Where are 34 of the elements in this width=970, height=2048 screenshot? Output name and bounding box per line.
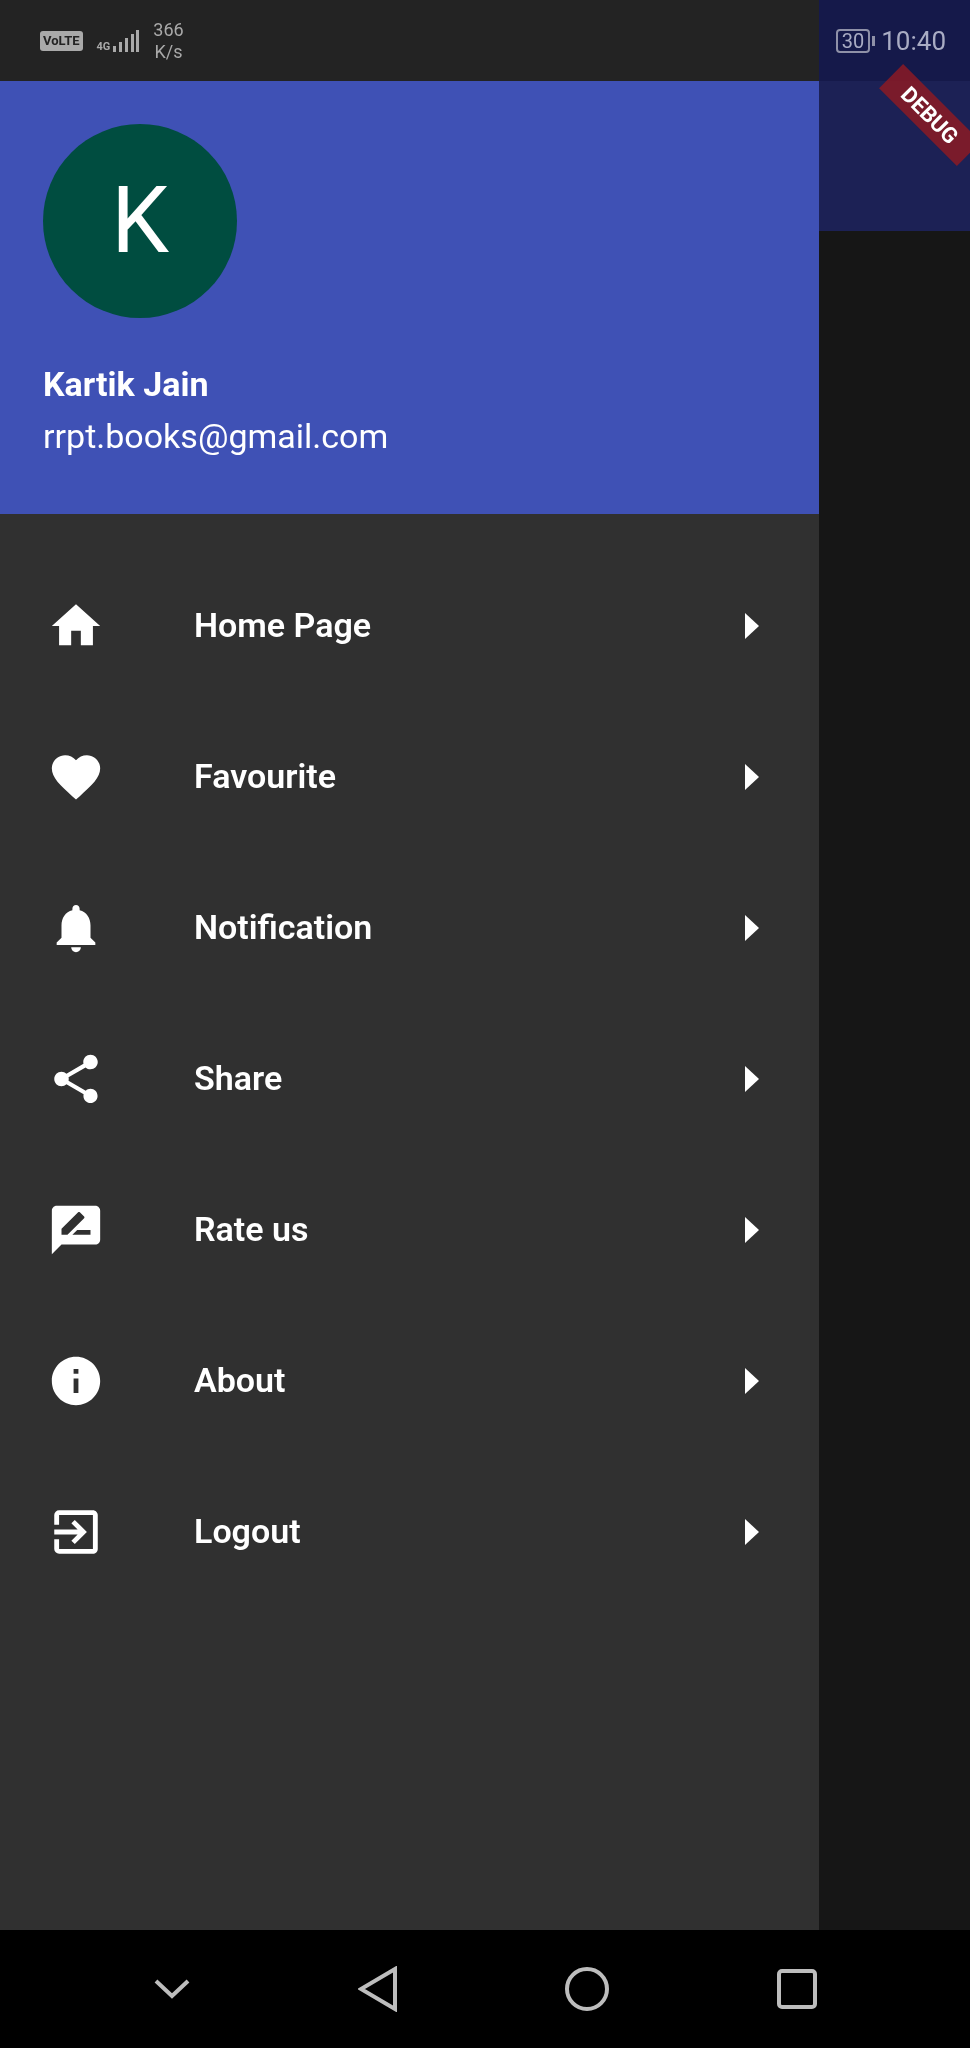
user-name: Kartik Jain	[43, 363, 210, 406]
home-button-icon[interactable]	[564, 1966, 611, 2012]
user-email: rrpt.books@gmail.com	[43, 415, 390, 458]
status-time: 10:40	[881, 24, 946, 57]
network-type: 4G	[96, 40, 111, 52]
drawer-item[interactable]: Logout	[0, 1456, 819, 1607]
drawer-item[interactable]: Rate us	[0, 1154, 819, 1305]
drawer-item[interactable]: About	[0, 1305, 819, 1456]
item-label: About	[194, 1359, 287, 1402]
network-speed: 366	[153, 18, 184, 41]
caret-icon	[745, 763, 759, 790]
item-label: Rate us	[194, 1208, 310, 1251]
caret-icon	[745, 1216, 759, 1243]
item-label: Share	[194, 1057, 284, 1100]
caret-icon	[745, 612, 759, 639]
recents-icon[interactable]	[776, 1969, 817, 2009]
item-label: Notification	[194, 906, 374, 949]
caret-icon	[745, 1367, 759, 1394]
speed-unit: K/s	[154, 40, 183, 63]
item-label: Logout	[194, 1510, 302, 1553]
drawer-item[interactable]: Home Page	[0, 550, 819, 701]
drawer-item[interactable]: Share	[0, 1003, 819, 1154]
caret-icon	[745, 914, 759, 941]
drawer-item[interactable]: Favourite	[0, 701, 819, 852]
volte-badge: VoLTE	[40, 30, 83, 51]
caret-icon	[745, 1518, 759, 1545]
item-label: Home Page	[194, 604, 373, 647]
item-label: Favourite	[194, 755, 337, 798]
avatar: K	[43, 124, 237, 318]
chevron-down-icon[interactable]	[153, 1978, 192, 2000]
signal-icon	[113, 29, 140, 52]
caret-icon	[745, 1065, 759, 1092]
back-icon[interactable]	[357, 1966, 398, 2012]
drawer-item[interactable]: Notification	[0, 852, 819, 1003]
